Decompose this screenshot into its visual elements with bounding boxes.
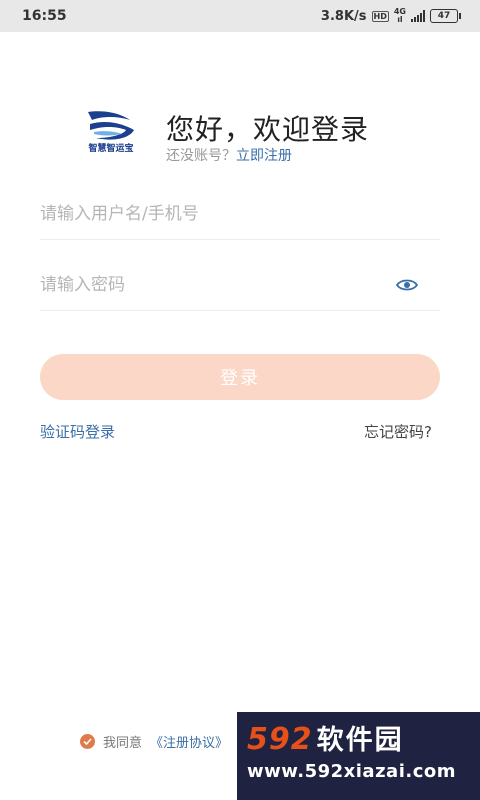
agreement-row: 我同意 《注册协议》 xyxy=(80,732,228,751)
register-hint: 还没账号？立即注册 xyxy=(166,145,292,165)
hd-icon: HD xyxy=(371,10,389,22)
page-title: 您好，欢迎登录 xyxy=(166,113,370,146)
watermark: 592 软件园 www.592xiazai.com xyxy=(237,712,480,800)
username-input[interactable] xyxy=(40,190,380,238)
register-link[interactable]: 立即注册 xyxy=(236,148,292,164)
network-type-sub: ıl xyxy=(397,15,403,24)
status-icons: 3.8K/s HD 4G ıl 47 xyxy=(320,8,461,24)
forgot-password-link[interactable]: 忘记密码? xyxy=(364,421,432,442)
username-field[interactable] xyxy=(40,190,440,240)
sms-login-link[interactable]: 验证码登录 xyxy=(40,421,115,442)
check-icon[interactable] xyxy=(80,734,95,749)
password-input[interactable] xyxy=(40,261,380,309)
battery-level: 47 xyxy=(437,11,451,21)
status-bar: 16:55 3.8K/s HD 4G ıl 47 xyxy=(0,0,480,32)
logo-text: 智慧智运宝 xyxy=(88,142,133,154)
password-field[interactable] xyxy=(40,261,440,311)
eye-icon[interactable] xyxy=(395,277,419,293)
login-button[interactable]: 登录 xyxy=(40,354,440,400)
agreement-prefix: 我同意 xyxy=(103,736,143,751)
watermark-title: 592 软件园 xyxy=(247,718,470,757)
app-logo: 智慧智运宝 xyxy=(84,108,138,154)
agreement-link[interactable]: 《注册协议》 xyxy=(150,732,228,751)
network-speed: 3.8K/s xyxy=(320,8,367,24)
watermark-url: www.592xiazai.com xyxy=(247,761,456,782)
watermark-number: 592 xyxy=(247,722,313,757)
signal-icon xyxy=(411,10,425,22)
watermark-text: 软件园 xyxy=(316,725,404,756)
status-time: 16:55 xyxy=(22,8,67,24)
register-prompt: 还没账号？ xyxy=(166,148,236,164)
network-type-icon: 4G ıl xyxy=(394,8,406,24)
battery-icon: 47 xyxy=(430,9,461,23)
